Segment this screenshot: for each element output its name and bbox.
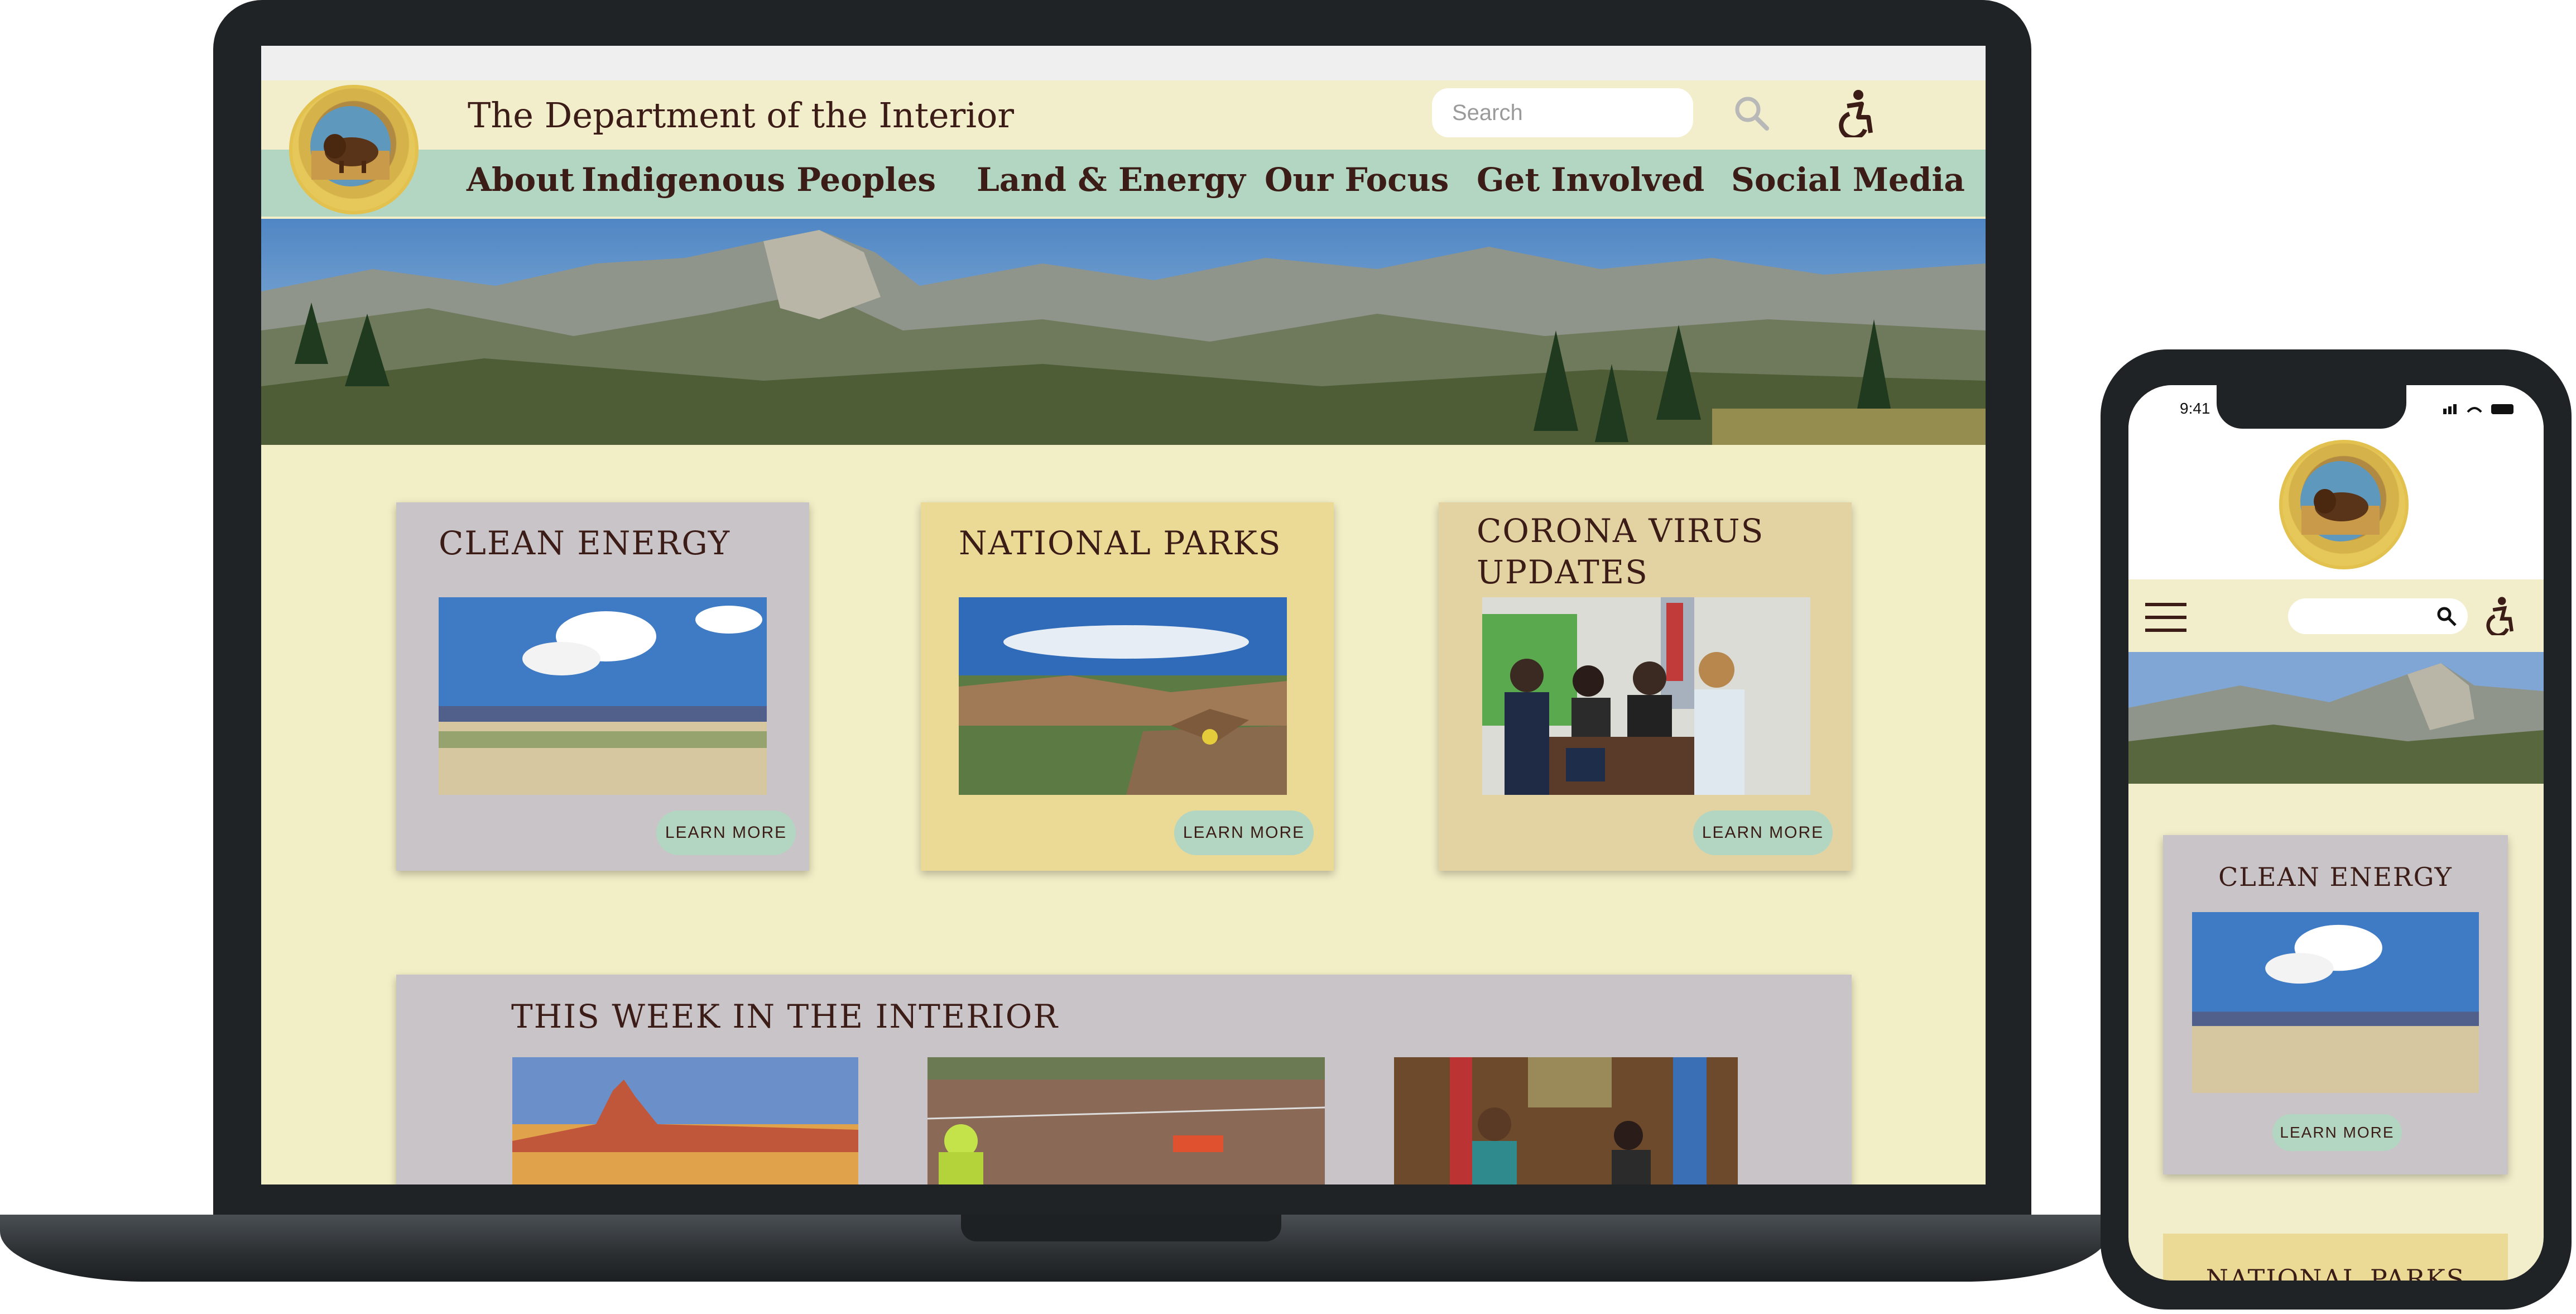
desert-butte-image (512, 1057, 858, 1184)
card-title-line2: UPDATES (1477, 553, 1649, 591)
phone-clean-energy-card: CLEAN ENERGY LEARN MORE (2163, 835, 2508, 1174)
nav-about[interactable]: About (467, 161, 574, 199)
solar-panels-image (2192, 912, 2479, 1093)
phone-seal-logo[interactable] (2279, 440, 2409, 569)
corona-virus-card: CORONA VIRUS UPDATES LEARN MORE (1439, 502, 1852, 871)
laptop-hinge-notch (961, 1215, 1281, 1241)
nav-indigenous-peoples[interactable]: Indigenous Peoples (581, 161, 936, 199)
browser-bar (261, 46, 1986, 80)
canyon-image (959, 597, 1287, 795)
search-placeholder: Search (1452, 100, 1523, 125)
nav-get-involved[interactable]: Get Involved (1477, 161, 1704, 199)
phone-national-parks-card: NATIONAL PARKS (2163, 1234, 2508, 1281)
laptop-screen: The Department of the Interior Search Ab… (261, 46, 1986, 1184)
card-title: CLEAN ENERGY (2218, 862, 2453, 892)
accessibility-icon[interactable] (2482, 596, 2518, 637)
status-time: 9:41 (2180, 400, 2210, 417)
solar-panels-image (439, 597, 767, 795)
card-title: NATIONAL PARKS (2205, 1264, 2466, 1281)
card-title-line1: CORONA VIRUS (1477, 512, 1765, 550)
status-icons (2443, 401, 2521, 415)
clean-energy-card: CLEAN ENERGY LEARN MORE (396, 502, 809, 871)
ceremony-image (1394, 1057, 1738, 1184)
search-input[interactable]: Search (1432, 88, 1693, 137)
this-week-section: THIS WEEK IN THE INTERIOR (396, 975, 1852, 1184)
section-title: THIS WEEK IN THE INTERIOR (511, 998, 1059, 1035)
search-icon (2437, 607, 2457, 626)
interior-seal-logo[interactable] (289, 85, 419, 214)
learn-more-button[interactable]: LEARN MORE (2272, 1114, 2402, 1151)
phone-notch (2217, 385, 2406, 429)
nav-social-media[interactable]: Social Media (1731, 161, 1965, 199)
national-parks-card: NATIONAL PARKS LEARN MORE (921, 502, 1334, 871)
card-title: NATIONAL PARKS (959, 524, 1282, 562)
site-title: The Department of the Interior (468, 95, 1015, 136)
phone-search-input[interactable] (2288, 598, 2468, 634)
search-icon[interactable] (1732, 94, 1771, 133)
learn-more-button[interactable]: LEARN MORE (1693, 811, 1833, 855)
card-title: CLEAN ENERGY (439, 524, 731, 562)
learn-more-button[interactable]: LEARN MORE (1174, 811, 1314, 855)
nav-our-focus[interactable]: Our Focus (1265, 161, 1449, 199)
phone-hero-image (2128, 652, 2544, 784)
phone-screen: 9:41 CLEAN ENERGY LEARN MORE NATIONAL PA… (2128, 385, 2544, 1281)
press-conference-image (1482, 597, 1810, 795)
nav-land-energy[interactable]: Land & Energy (977, 161, 1246, 199)
river-rescue-image (927, 1057, 1325, 1184)
learn-more-button[interactable]: LEARN MORE (656, 811, 796, 855)
hamburger-menu-icon[interactable] (2145, 601, 2186, 634)
accessibility-icon[interactable] (1834, 89, 1878, 140)
hero-mountain-image (261, 219, 1986, 445)
